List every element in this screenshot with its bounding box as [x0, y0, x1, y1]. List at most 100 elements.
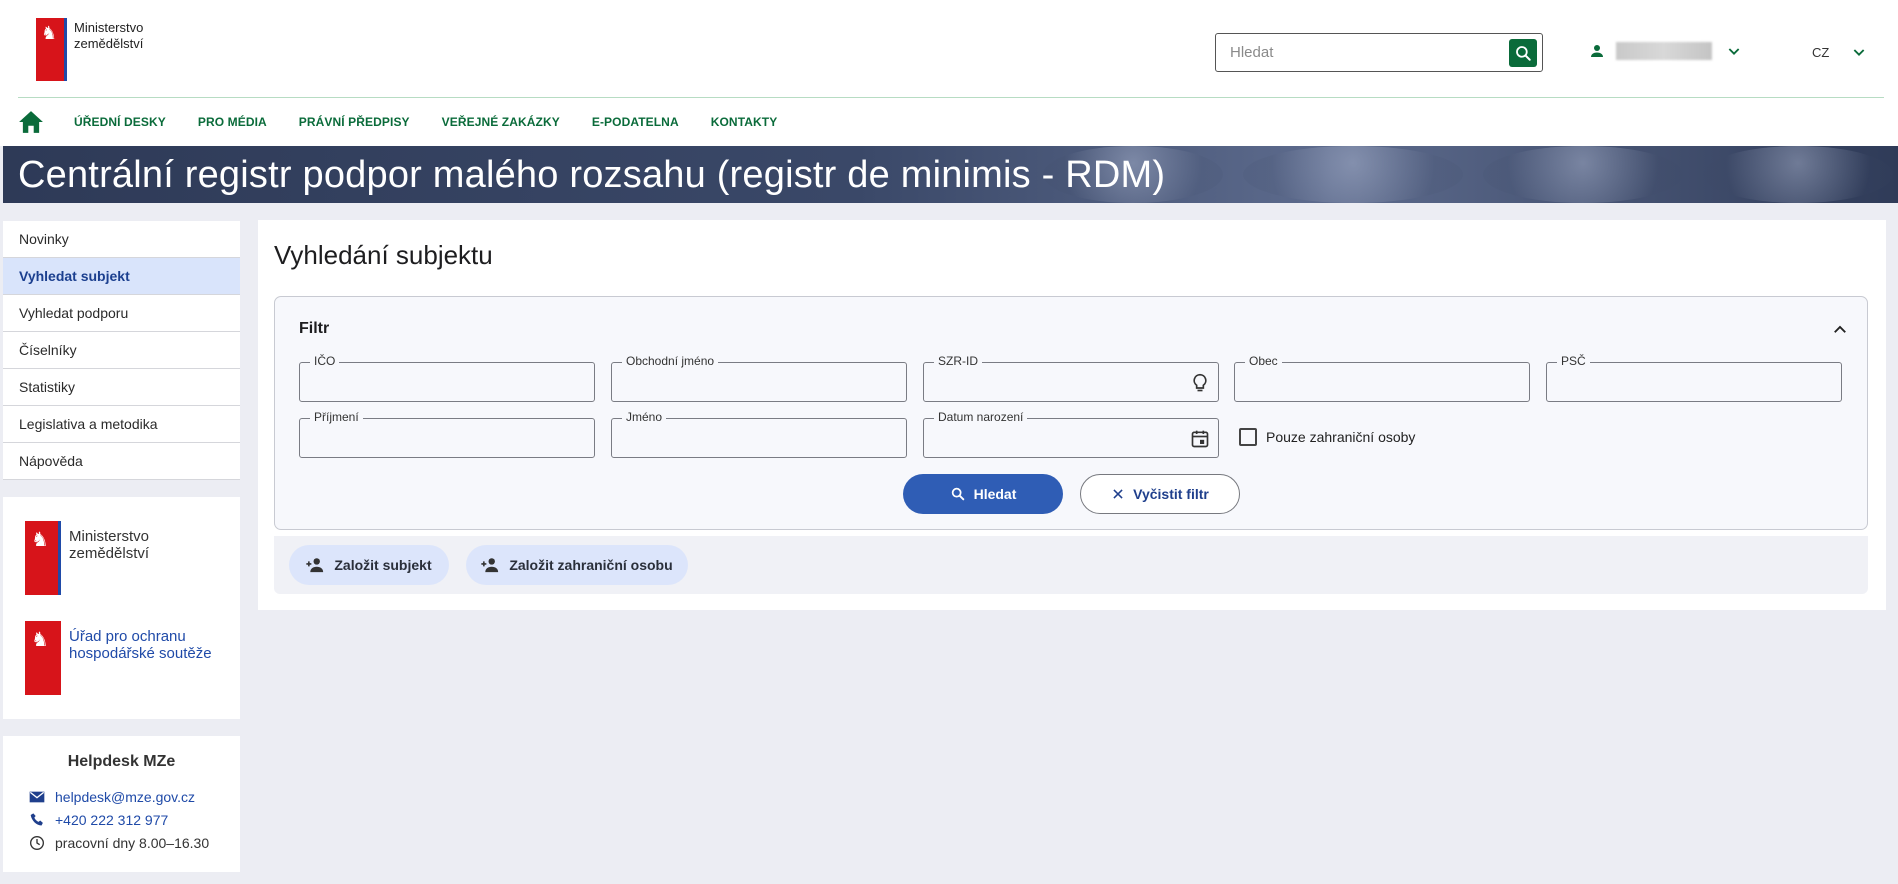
psc-input[interactable] [1547, 363, 1841, 401]
helpdesk-box: Helpdesk MZe helpdesk@mze.gov.cz +420 22… [3, 736, 240, 872]
helpdesk-hours: pracovní dny 8.00–16.30 [55, 835, 210, 851]
sidebar-item-statistiky[interactable]: Statistiky [3, 369, 240, 406]
prijmeni-field: Příjmení [299, 410, 595, 458]
jmeno-label: Jméno [622, 410, 667, 424]
partner-logos: ♞ Ministerstvo zemědělství ♞ Úřad pro oc… [3, 497, 240, 719]
filter-panel: Filtr IČO Obchodní jméno SZR-ID Obec PSČ… [274, 296, 1868, 530]
clear-filter-label: Vyčistit filtr [1133, 486, 1209, 502]
logo-line1: Ministerstvo [74, 20, 144, 35]
szr-id-field: SZR-ID [923, 354, 1219, 402]
search-submit-label: Hledat [973, 486, 1017, 502]
partner-uohs-logo[interactable]: ♞ Úřad pro ochranu hospodářské soutěže [25, 621, 212, 695]
close-icon [1113, 489, 1123, 499]
partner-uohs-line2: hospodářské soutěže [69, 645, 212, 662]
chevron-up-icon[interactable] [1831, 321, 1849, 339]
jmeno-field: Jméno [611, 410, 907, 458]
lightbulb-icon[interactable] [1190, 372, 1210, 394]
language-label: CZ [1812, 44, 1830, 60]
helpdesk-email-row: helpdesk@mze.gov.cz [29, 789, 195, 805]
search-icon [1516, 45, 1531, 61]
lion-emblem-icon: ♞ [25, 621, 61, 695]
nav-kontakty[interactable]: KONTAKTY [711, 115, 778, 129]
language-switcher[interactable]: CZ [1812, 44, 1867, 60]
user-menu[interactable] [1588, 42, 1742, 60]
filter-title: Filtr [299, 320, 330, 337]
helpdesk-title: Helpdesk MZe [67, 753, 176, 770]
clear-filter-button[interactable]: Vyčistit filtr [1080, 474, 1240, 514]
sidebar-item-vyhledat-podporu[interactable]: Vyhledat podporu [3, 295, 240, 332]
create-foreign-person-label: Založit zahraniční osobu [509, 557, 673, 573]
nav-pro-media[interactable]: PRO MÉDIA [198, 115, 267, 129]
szr-id-label: SZR-ID [934, 354, 982, 368]
create-subject-button[interactable]: Založit subjekt [289, 545, 449, 585]
create-foreign-person-button[interactable]: Založit zahraniční osobu [466, 545, 688, 585]
sidebar-item-novinky[interactable]: Novinky [3, 221, 240, 258]
person-add-icon [306, 558, 324, 573]
nav-uredni-desky[interactable]: ÚŘEDNÍ DESKY [74, 115, 166, 129]
main-navigation: ÚŘEDNÍ DESKY PRO MÉDIA PRÁVNÍ PŘEDPISY V… [18, 110, 809, 134]
nav-e-podatelna[interactable]: E-PODATELNA [592, 115, 679, 129]
header-search [1215, 33, 1543, 72]
banner-decoration [1703, 146, 1893, 203]
header-divider [18, 97, 1884, 98]
obchodni-jmeno-field: Obchodní jméno [611, 354, 907, 402]
jmeno-input[interactable] [612, 419, 906, 457]
ico-field: IČO [299, 354, 595, 402]
app-title: Centrální registr podpor malého rozsahu … [18, 154, 1166, 196]
sidebar-item-vyhledat-subjekt[interactable]: Vyhledat subjekt [3, 258, 240, 295]
nav-pravni-predpisy[interactable]: PRÁVNÍ PŘEDPISY [299, 115, 410, 129]
szr-id-input[interactable] [924, 363, 1218, 401]
psc-label: PSČ [1557, 354, 1590, 368]
nav-verejne-zakazky[interactable]: VEŘEJNÉ ZAKÁZKY [442, 115, 560, 129]
obec-input[interactable] [1235, 363, 1529, 401]
partner-mze-line2: zemědělství [69, 545, 150, 562]
ico-input[interactable] [300, 363, 594, 401]
person-add-icon [481, 558, 499, 573]
phone-icon [30, 813, 43, 826]
obchodni-jmeno-input[interactable] [612, 363, 906, 401]
calendar-icon[interactable] [1190, 428, 1210, 450]
sidebar: Novinky Vyhledat subjekt Vyhledat podpor… [3, 221, 240, 872]
search-button[interactable] [1509, 38, 1537, 67]
logo-line2: zemědělství [74, 36, 144, 51]
sidebar-item-napoveda[interactable]: Nápověda [3, 443, 240, 480]
checkbox-box[interactable] [1239, 428, 1257, 446]
page-banner: Centrální registr podpor malého rozsahu … [3, 146, 1898, 203]
psc-field: PSČ [1546, 354, 1842, 402]
mail-icon [29, 791, 45, 803]
chevron-down-icon [1728, 48, 1740, 55]
foreign-only-checkbox[interactable]: Pouze zahraniční osoby [1239, 428, 1415, 446]
user-name-redacted [1616, 42, 1712, 60]
ministry-logo[interactable]: ♞ Ministerstvo zemědělství [36, 18, 143, 81]
partner-mze-logo[interactable]: ♞ Ministerstvo zemědělství [25, 521, 149, 595]
datum-narozeni-field: Datum narození [923, 410, 1219, 458]
foreign-only-label: Pouze zahraniční osoby [1266, 429, 1416, 445]
helpdesk-phone-row: +420 222 312 977 [29, 812, 168, 828]
search-submit-button[interactable]: Hledat [903, 474, 1063, 514]
home-icon[interactable] [18, 110, 44, 134]
helpdesk-phone-link[interactable]: +420 222 312 977 [55, 812, 168, 828]
partner-uohs-line1: Úřad pro ochranu [69, 628, 186, 645]
banner-decoration [1243, 146, 1463, 203]
sidebar-item-legislativa[interactable]: Legislativa a metodika [3, 406, 240, 443]
helpdesk-email-link[interactable]: helpdesk@mze.gov.cz [55, 789, 195, 805]
banner-decoration [1483, 146, 1683, 203]
obec-label: Obec [1245, 354, 1282, 368]
obec-field: Obec [1234, 354, 1530, 402]
clock-icon [30, 836, 44, 850]
obchodni-jmeno-label: Obchodní jméno [622, 354, 719, 368]
search-icon [951, 487, 964, 501]
partner-mze-line1: Ministerstvo [69, 528, 150, 545]
sidebar-item-ciselniky[interactable]: Číselníky [3, 332, 240, 369]
datum-narozeni-input[interactable] [924, 419, 1218, 457]
main-content: Vyhledání subjektu Filtr IČO Obchodní jm… [258, 220, 1886, 610]
helpdesk-hours-row: pracovní dny 8.00–16.30 [29, 835, 209, 851]
logo-text: Ministerstvo zemědělství [74, 20, 143, 81]
chevron-down-icon [1854, 49, 1865, 56]
datum-narozeni-label: Datum narození [934, 410, 1028, 424]
sidebar-menu: Novinky Vyhledat subjekt Vyhledat podpor… [3, 221, 240, 480]
partner-uohs-text: Úřad pro ochranu hospodářské soutěže [69, 628, 212, 695]
header-search-input[interactable] [1216, 34, 1509, 71]
prijmeni-input[interactable] [300, 419, 594, 457]
partner-mze-text: Ministerstvo zemědělství [69, 528, 149, 595]
